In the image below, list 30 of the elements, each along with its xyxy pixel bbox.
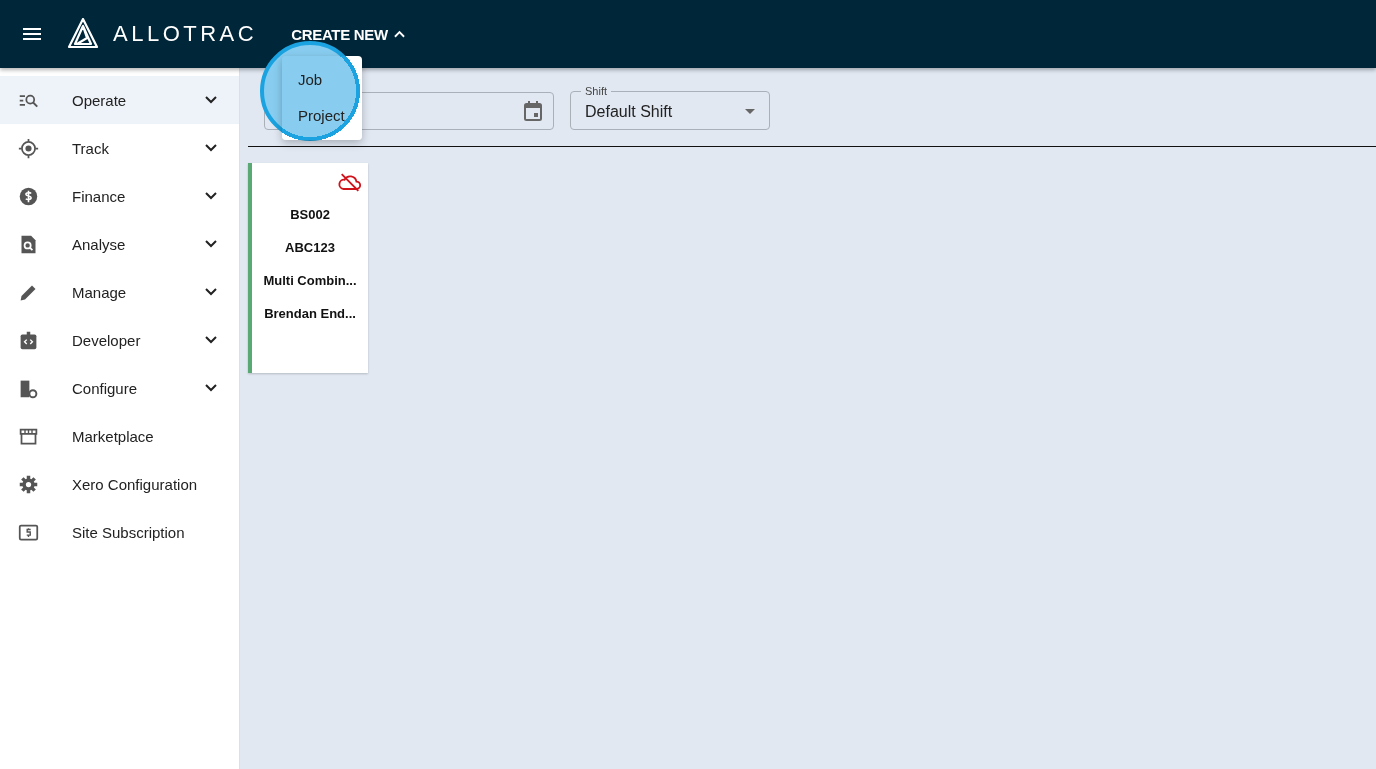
card-text: BS002 [290,207,330,224]
card-text: Multi Combin... [263,273,357,290]
shift-select[interactable]: Shift Default Shift [570,84,770,130]
sidebar-item[interactable]: Analyse [0,220,239,268]
target-icon [18,137,39,159]
field-label: Shift [584,84,608,98]
menu-item[interactable]: Job [282,62,362,98]
dollar-icon [18,185,39,207]
sidebar-item[interactable]: Operate [0,76,239,124]
logo-icon [67,18,99,50]
sidebar-item[interactable]: Site Subscription [0,508,239,556]
sidebar-item[interactable]: Developer [0,316,239,364]
sidebar-item[interactable]: Track [0,124,239,172]
caret-icon [393,30,405,38]
job-card[interactable]: BS002 ABC123 Multi Combin... Brendan End... [248,163,368,373]
menu-icon[interactable] [23,28,41,40]
calendar-icon [524,101,542,121]
sidebar-item[interactable]: Marketplace [0,412,239,460]
sidebar-item[interactable]: Finance [0,172,239,220]
card-text: ABC123 [285,240,335,257]
sidebar-item[interactable]: Xero Configuration [0,460,239,508]
dropdown-arrow-icon [745,109,755,114]
sidebar-item[interactable]: Manage [0,268,239,316]
settings-icon [18,473,39,495]
create-new-button[interactable]: CREATE NEW [291,25,405,43]
brand-name: ALLOTRAC [113,21,258,47]
menu-item[interactable]: Project [282,98,362,134]
sidebar-item[interactable]: Configure [0,364,239,412]
code-icon [18,329,39,351]
card-text: Brendan End... [264,306,356,323]
